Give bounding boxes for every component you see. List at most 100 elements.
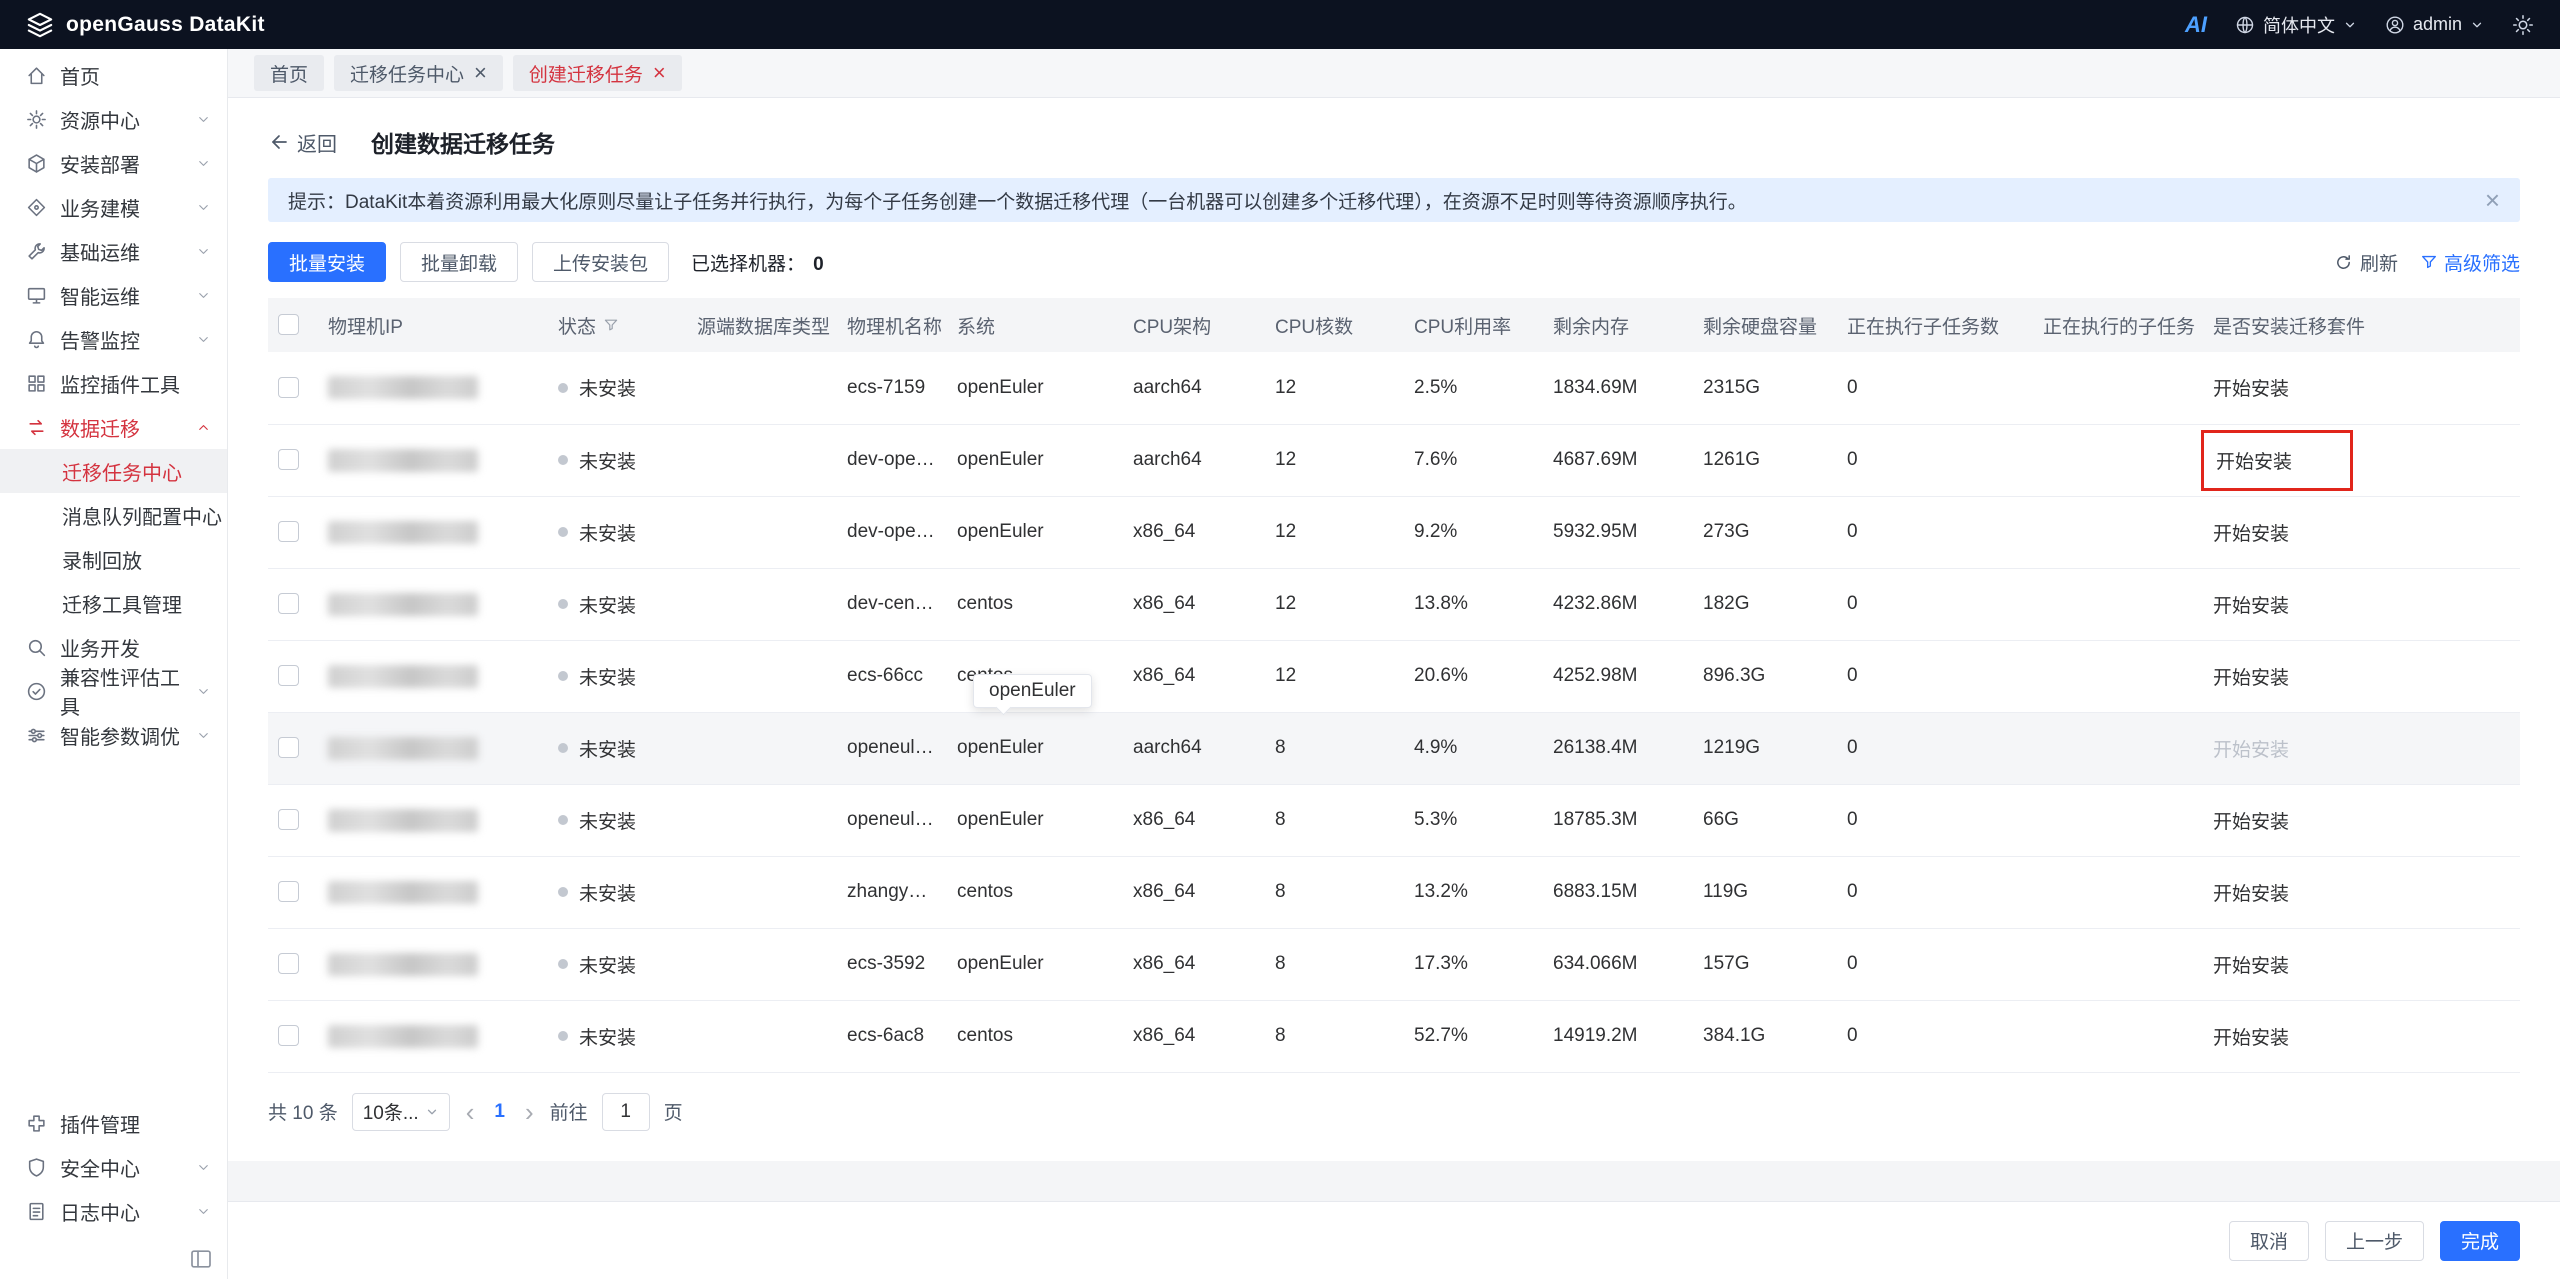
username-label: admin [2413,14,2462,35]
select-all-checkbox[interactable] [278,314,299,335]
notice-banner: 提示：DataKit本着资源利用最大化原则尽量让子任务并行执行，为每个子任务创建… [268,178,2520,222]
user-menu[interactable]: admin [2385,14,2484,35]
cpu-arch-cell: x86_64 [1123,784,1265,856]
row-checkbox[interactable] [278,449,299,470]
language-selector[interactable]: 简体中文 [2235,12,2357,38]
sidebar-subitem-label: 迁移任务中心 [62,457,182,486]
cpu-usage-cell: 2.5% [1404,352,1543,424]
start-install-link[interactable]: 开始安装 [2213,812,2289,833]
checkbox-cell [268,928,318,1000]
free-memory-cell: 18785.3M [1543,784,1693,856]
previous-step-button[interactable]: 上一步 [2325,1221,2424,1261]
chevron-down-icon [196,244,211,259]
sidebar-item-install-deploy[interactable]: 安装部署 [0,141,227,185]
sidebar-item-log-center[interactable]: 日志中心 [0,1189,227,1233]
sidebar-item-monitor-plugin-tools[interactable]: 监控插件工具 [0,361,227,405]
modeling-icon [26,197,47,218]
sidebar-item-business-modeling[interactable]: 业务建模 [0,185,227,229]
col-header-cpu-arch: CPU架构 [1123,298,1265,352]
start-install-link[interactable]: 开始安装 [2213,524,2289,545]
physical-ip-redacted [328,449,478,472]
free-memory-cell: 6883.15M [1543,856,1693,928]
start-install-link[interactable]: 开始安装 [2213,740,2289,761]
sidebar-item-compat-eval-tools[interactable]: 兼容性评估工具 [0,669,227,713]
start-install-link[interactable]: 开始安装 [2213,956,2289,977]
selected-machines-info: 已选择机器：0 [691,249,824,276]
physical-ip-redacted [328,665,478,688]
machine-name-cell: openeuler-22 [837,784,947,856]
close-icon[interactable]: × [474,62,487,84]
goto-page-input[interactable] [602,1093,650,1131]
row-checkbox[interactable] [278,593,299,614]
sidebar-item-data-migration[interactable]: 数据迁移 [0,405,227,449]
tab[interactable]: 创建迁移任务× [513,55,682,91]
system-cell: openEuler [947,352,1123,424]
chevron-down-icon [196,112,211,127]
globe-icon [2235,15,2255,35]
row-checkbox[interactable] [278,809,299,830]
tab-label: 迁移任务中心 [350,60,464,87]
running-subtask-cell [2033,784,2203,856]
sidebar-item-basic-ops[interactable]: 基础运维 [0,229,227,273]
start-install-link[interactable]: 开始安装 [2213,668,2289,689]
batch-install-button[interactable]: 批量安装 [268,242,386,282]
gear-icon [26,109,47,130]
machine-name-cell: openeuler-arm... [837,712,947,784]
sidebar-item-security-center[interactable]: 安全中心 [0,1145,227,1189]
start-install-link[interactable]: 开始安装 [2213,884,2289,905]
finish-button[interactable]: 完成 [2440,1221,2520,1261]
next-page-button[interactable]: › [523,1099,536,1125]
current-page-button[interactable]: 1 [490,1101,509,1123]
start-install-link[interactable]: 开始安装 [2213,379,2289,400]
page-size-select[interactable]: 10条... [352,1093,450,1131]
row-checkbox[interactable] [278,737,299,758]
compat-icon [26,681,47,702]
sidebar-item-smart-ops[interactable]: 智能运维 [0,273,227,317]
row-checkbox[interactable] [278,377,299,398]
topbar-actions: AI 简体中文 admin [2185,12,2534,38]
sidebar-item-alarm-monitor[interactable]: 告警监控 [0,317,227,361]
close-icon[interactable]: × [653,62,666,84]
sidebar-subitem-mq-config-center[interactable]: 消息队列配置中心 [0,493,227,537]
row-checkbox[interactable] [278,953,299,974]
sidebar-item-home[interactable]: 首页 [0,53,227,97]
tab[interactable]: 迁移任务中心 × [334,55,503,91]
install-suite-cell: 开始安装 [2203,352,2520,424]
cpu-arch-cell: aarch64 [1123,352,1265,424]
start-install-link[interactable]: 开始安装 [2213,1028,2289,1049]
sidebar-subitem-migration-task-center[interactable]: 迁移任务中心 [0,449,227,493]
cancel-button[interactable]: 取消 [2229,1221,2309,1261]
select-all-cell [268,298,318,352]
sidebar-item-plugin-mgmt[interactable]: 插件管理 [0,1101,227,1145]
start-install-link[interactable]: 开始安装 [2216,452,2292,473]
free-memory-cell: 4232.86M [1543,568,1693,640]
upload-package-button[interactable]: 上传安装包 [532,242,669,282]
app-layout: 首页资源中心安装部署业务建模基础运维智能运维告警监控监控插件工具数据迁移迁移任务… [0,49,2560,1279]
start-install-link[interactable]: 开始安装 [2213,596,2289,617]
advanced-filter-button[interactable]: 高级筛选 [2420,249,2520,276]
sidebar-subitem-migration-tool-mgmt[interactable]: 迁移工具管理 [0,581,227,625]
row-checkbox[interactable] [278,521,299,542]
free-disk-cell: 119G [1693,856,1837,928]
status-cell: 未安装 [548,424,687,496]
physical-ip-redacted [328,1025,478,1048]
back-button[interactable]: 返回 [268,128,337,157]
collapse-panel-icon [189,1247,213,1271]
sidebar-item-resource-center[interactable]: 资源中心 [0,97,227,141]
status-filter-icon[interactable] [603,317,619,333]
row-checkbox[interactable] [278,1025,299,1046]
batch-uninstall-button[interactable]: 批量卸载 [400,242,518,282]
refresh-button[interactable]: 刷新 [2334,249,2398,276]
close-icon[interactable]: × [2485,187,2500,213]
sidebar-subitem-record-replay[interactable]: 录制回放 [0,537,227,581]
theme-toggle-button[interactable] [2512,14,2534,36]
table-row: 未安装ecs-7159openEuleraarch64122.5%1834.69… [268,352,2520,424]
tab[interactable]: 首页 [254,55,324,91]
row-checkbox[interactable] [278,665,299,686]
prev-page-button[interactable]: ‹ [464,1099,477,1125]
status-text: 未安装 [579,807,636,834]
sidebar-collapse-button[interactable] [189,1247,213,1271]
row-checkbox[interactable] [278,881,299,902]
checkbox-cell [268,352,318,424]
ai-assistant-button[interactable]: AI [2185,12,2207,38]
